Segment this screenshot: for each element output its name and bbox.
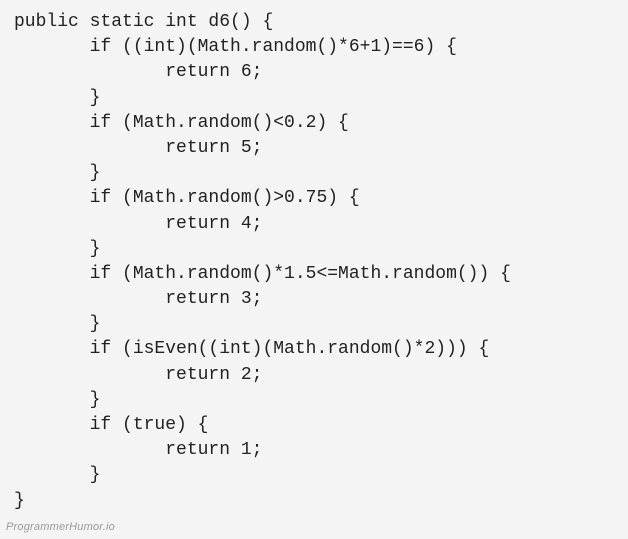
code-line: return 6; — [14, 62, 262, 82]
code-line: return 2; — [14, 365, 262, 385]
code-line: } — [14, 88, 100, 108]
code-line: public static int d6() { — [14, 12, 273, 32]
code-line: return 5; — [14, 138, 262, 158]
code-line: } — [14, 239, 100, 259]
code-line: if (Math.random()>0.75) { — [14, 188, 360, 208]
code-line: return 1; — [14, 440, 262, 460]
code-line: return 3; — [14, 289, 262, 309]
code-line: } — [14, 465, 100, 485]
code-line: if (Math.random()<0.2) { — [14, 113, 349, 133]
code-line: if (true) { — [14, 415, 208, 435]
code-line: } — [14, 491, 25, 511]
code-line: } — [14, 314, 100, 334]
code-line: if (isEven((int)(Math.random()*2))) { — [14, 339, 489, 359]
code-line: } — [14, 163, 100, 183]
code-line: if (Math.random()*1.5<=Math.random()) { — [14, 264, 511, 284]
code-block: public static int d6() { if ((int)(Math.… — [0, 0, 628, 514]
code-line: } — [14, 390, 100, 410]
code-line: if ((int)(Math.random()*6+1)==6) { — [14, 37, 457, 57]
watermark: ProgrammerHumor.io — [6, 520, 115, 535]
code-line: return 4; — [14, 214, 262, 234]
